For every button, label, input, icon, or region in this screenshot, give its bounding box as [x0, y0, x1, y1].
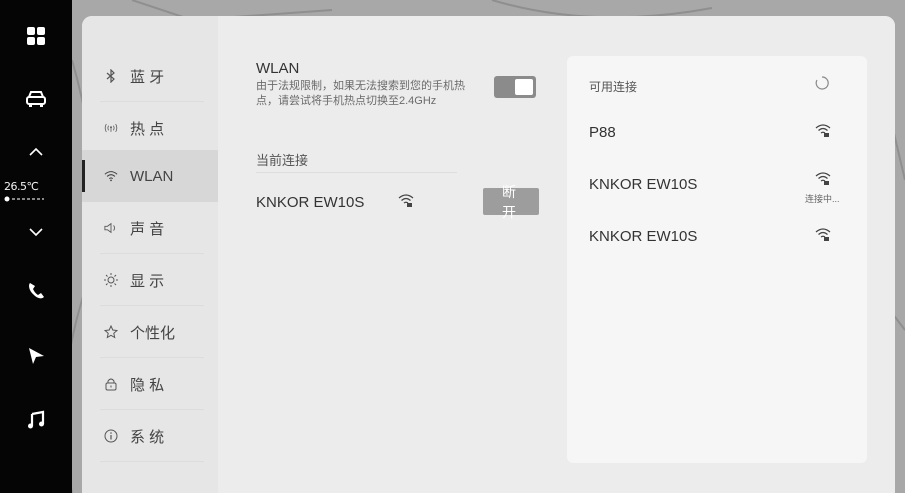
- bluetooth-icon: [104, 69, 118, 83]
- nav-item-label: 显 示: [130, 272, 165, 290]
- nav-item-label: 个性化: [130, 324, 176, 342]
- divider: [256, 172, 457, 173]
- network-item[interactable]: P88: [589, 124, 616, 141]
- brightness-icon: [104, 273, 118, 287]
- wlan-toggle[interactable]: [494, 76, 536, 98]
- settings-sheet: 蓝 牙 热 点 WLAN 声 音 显 示 个性化 隐 私 系 统 WLAN 由于…: [82, 16, 895, 493]
- music-icon[interactable]: [0, 407, 72, 433]
- nav-item-wlan[interactable]: WLAN: [82, 150, 218, 202]
- fan-level-icon: [4, 196, 44, 202]
- wifi-locked-icon: [398, 194, 414, 213]
- wlan-note: 由于法规限制，如果无法搜索到您的手机热点，请尝试将手机热点切换至2.4GHz: [256, 80, 465, 107]
- wifi-locked-icon: [815, 172, 831, 191]
- temperature-readout: 26.5℃: [4, 180, 39, 193]
- nav-item-display[interactable]: 显 示: [82, 254, 218, 306]
- nav-item-privacy[interactable]: 隐 私: [82, 358, 218, 410]
- speaker-icon: [104, 222, 118, 234]
- wifi-icon: [104, 170, 118, 182]
- nav-item-label: 系 统: [130, 428, 165, 446]
- chevron-down-icon[interactable]: [0, 222, 72, 242]
- current-network-name: KNKOR EW10S: [256, 194, 365, 211]
- toggle-knob: [515, 79, 533, 95]
- settings-nav: 蓝 牙 热 点 WLAN 声 音 显 示 个性化 隐 私 系 统: [82, 16, 218, 493]
- nav-item-label: 隐 私: [130, 376, 165, 394]
- nav-item-sound[interactable]: 声 音: [82, 202, 218, 254]
- navigation-icon[interactable]: [0, 343, 72, 369]
- loading-spinner-icon: [815, 76, 829, 95]
- active-indicator: [82, 160, 85, 192]
- nav-item-system[interactable]: 系 统: [82, 410, 218, 462]
- chevron-up-icon[interactable]: [0, 142, 72, 162]
- connecting-status: 连接中...: [805, 194, 840, 204]
- nav-item-label: WLAN: [130, 167, 174, 185]
- current-connection-heading: 当前连接: [256, 153, 309, 168]
- hotspot-icon: [104, 122, 118, 134]
- nav-item-hotspot[interactable]: 热 点: [82, 102, 218, 154]
- car-icon[interactable]: [0, 84, 72, 114]
- nav-item-bluetooth[interactable]: 蓝 牙: [82, 50, 218, 102]
- available-heading: 可用连接: [589, 80, 638, 94]
- nav-item-personalize[interactable]: 个性化: [82, 306, 218, 358]
- available-networks-panel: 可用连接 P88 KNKOR EW10S 连接中... KNKOR EW10S: [567, 56, 867, 463]
- wifi-locked-icon: [815, 124, 831, 143]
- wlan-title: WLAN: [256, 60, 300, 77]
- wlan-content: WLAN 由于法规限制，如果无法搜索到您的手机热点，请尝试将手机热点切换至2.4…: [218, 16, 895, 493]
- network-item[interactable]: KNKOR EW10S: [589, 228, 697, 245]
- personalize-icon: [104, 325, 118, 339]
- side-dock: 26.5℃: [0, 0, 72, 493]
- wifi-locked-icon: [815, 228, 831, 247]
- nav-item-label: 蓝 牙: [130, 68, 165, 86]
- phone-icon[interactable]: [0, 278, 72, 304]
- grid-icon[interactable]: [0, 22, 72, 50]
- nav-item-label: 热 点: [130, 120, 165, 138]
- lock-icon: [104, 377, 118, 391]
- disconnect-button[interactable]: 断 开: [483, 185, 539, 221]
- network-item[interactable]: KNKOR EW10S: [589, 176, 697, 193]
- nav-item-label: 声 音: [130, 220, 165, 238]
- info-icon: [104, 429, 118, 443]
